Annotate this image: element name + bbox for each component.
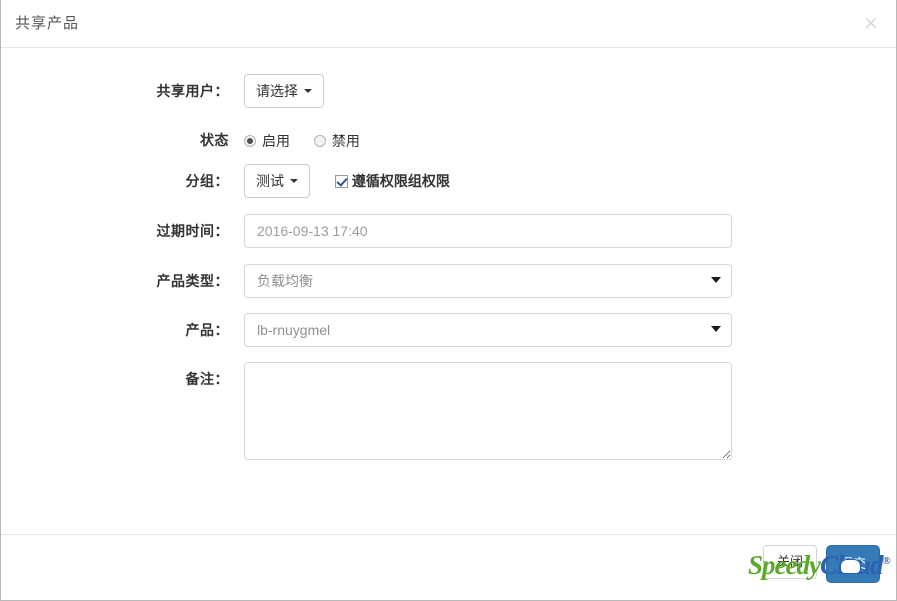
follow-permission-group-label: 遵循权限组权限: [351, 173, 450, 189]
caret-down-icon: [290, 179, 298, 184]
product-select[interactable]: lb-rnuygmel: [244, 313, 732, 347]
follow-permission-group-checkbox[interactable]: 遵循权限组权限: [334, 164, 450, 198]
share-user-dropdown-label: 请选择: [256, 83, 298, 99]
close-icon[interactable]: ×: [860, 12, 882, 34]
remark-label: 备注：: [185, 371, 229, 387]
group-dropdown[interactable]: 测试: [244, 164, 310, 198]
expire-time-field: [244, 214, 732, 248]
group-field: 测试 遵循权限组权限: [244, 164, 450, 198]
caret-down-icon: [304, 89, 312, 94]
share-user-label: 共享用户：: [156, 83, 229, 99]
status-radio-enabled-label: 启用: [262, 133, 290, 150]
form-row-share-user: 共享用户： 请选择: [1, 74, 896, 108]
product-label: 产品：: [185, 322, 229, 338]
radio-selected-icon: [244, 135, 256, 148]
close-button[interactable]: 关闭: [762, 545, 817, 579]
group-label: 分组：: [185, 173, 229, 189]
form-row-expire-time: 过期时间：: [1, 214, 896, 248]
modal-footer: 关闭 提交 SpeedyCloud®: [1, 534, 896, 600]
form-row-status: 状态 启用 禁用: [1, 123, 896, 157]
form-row-remark: 备注：: [1, 362, 896, 462]
product-type-label: 产品类型：: [156, 273, 229, 289]
product-select-wrap: lb-rnuygmel: [244, 313, 732, 347]
product-type-field: 负载均衡: [244, 264, 732, 298]
expire-time-input[interactable]: [244, 214, 732, 248]
status-radio-disabled[interactable]: 禁用: [313, 124, 360, 158]
form-row-product-type: 产品类型： 负载均衡: [1, 264, 896, 298]
checkbox-checked-icon: [334, 175, 348, 188]
share-user-dropdown[interactable]: 请选择: [244, 74, 324, 108]
share-product-modal: 共享产品 × 共享用户： 请选择 状态 启用 禁用 分组： 测试 遵循权限组权限…: [0, 0, 897, 601]
watermark-registered: ®: [882, 555, 891, 567]
share-user-field: 请选择: [244, 74, 324, 108]
product-field: lb-rnuygmel: [244, 313, 732, 347]
status-radio-disabled-label: 禁用: [331, 133, 360, 150]
group-dropdown-label: 测试: [256, 173, 284, 189]
remark-textarea[interactable]: [244, 362, 732, 460]
form-row-product: 产品： lb-rnuygmel: [1, 313, 896, 347]
modal-body: 共享用户： 请选择 状态 启用 禁用 分组： 测试 遵循权限组权限 过期时间： …: [1, 49, 896, 534]
modal-header: 共享产品 ×: [1, 0, 896, 48]
submit-button[interactable]: 提交: [825, 545, 880, 583]
status-label: 状态: [200, 132, 229, 148]
product-type-select[interactable]: 负载均衡: [244, 264, 732, 298]
expire-time-label: 过期时间：: [156, 223, 229, 239]
remark-field: [244, 362, 732, 460]
radio-unselected-icon: [313, 135, 326, 148]
status-radio-group: 启用 禁用: [244, 123, 380, 158]
page-title: 共享产品: [15, 15, 80, 32]
product-type-select-wrap: 负载均衡: [244, 264, 732, 298]
status-radio-enabled[interactable]: 启用: [244, 124, 290, 158]
form-row-group: 分组： 测试 遵循权限组权限: [1, 164, 896, 198]
